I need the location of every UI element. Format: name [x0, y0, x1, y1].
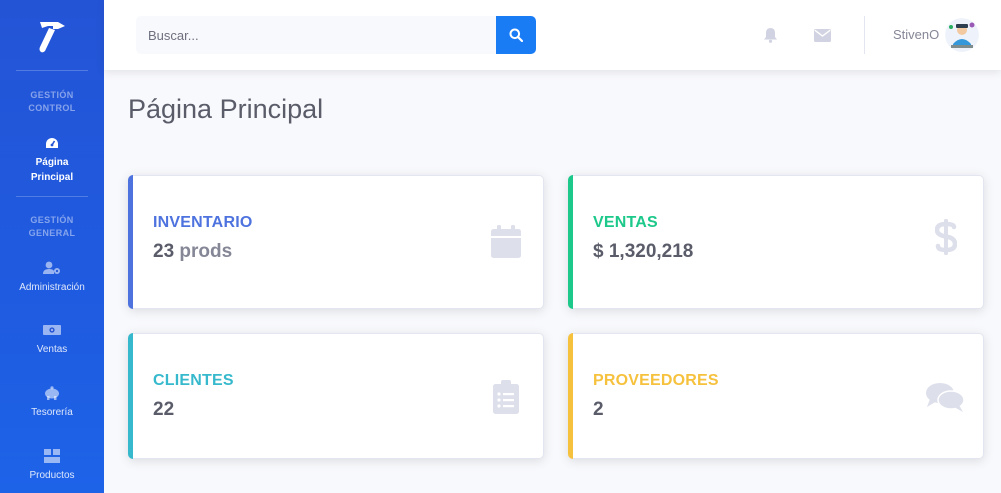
comments-icon — [925, 379, 965, 415]
card-inventario[interactable]: INVENTARIO 23 prods — [128, 175, 544, 309]
topbar: StivenO — [104, 0, 1001, 70]
topbar-divider — [864, 16, 865, 54]
boxes-icon — [43, 449, 61, 463]
page-title: Página Principal — [128, 94, 324, 124]
card-title: CLIENTES — [153, 372, 234, 389]
card-value-unit: prods — [179, 241, 233, 262]
money-bill-icon — [43, 323, 61, 337]
sidebar-heading-control: GESTIÓN CONTROL — [28, 90, 76, 113]
card-accent — [568, 175, 573, 309]
sidebar-item-label: Ventas — [36, 344, 68, 355]
messages-button[interactable] — [813, 26, 831, 44]
sidebar-item-pagina-principal[interactable]: Página Principal — [0, 136, 104, 185]
card-title: PROVEEDORES — [593, 372, 719, 389]
hammer-icon — [39, 22, 65, 53]
search-icon — [509, 28, 523, 42]
sidebar-divider — [16, 70, 88, 71]
card-title: VENTAS — [593, 214, 658, 231]
sidebar-item-label: Página Principal — [30, 157, 74, 183]
card-value-number: 23 — [153, 241, 175, 262]
piggy-bank-icon — [43, 386, 61, 400]
card-accent — [568, 333, 573, 459]
sidebar-item-label: Tesorería — [31, 407, 73, 418]
clipboard-list-icon — [489, 379, 523, 415]
sidebar-item-label: Administración — [19, 282, 85, 293]
card-ventas[interactable]: VENTAS $ 1,320,218 — [568, 175, 984, 309]
sidebar: GESTIÓN CONTROL Página Principal GESTIÓN… — [0, 0, 104, 493]
sidebar-item-tesoreria[interactable]: Tesorería — [0, 386, 104, 420]
sidebar-heading-general: GESTIÓN GENERAL — [28, 215, 76, 238]
search-bar — [136, 16, 536, 54]
calendar-icon — [489, 223, 523, 259]
sidebar-item-label: Productos — [29, 470, 75, 481]
card-value-number: $ 1,320,218 — [593, 241, 694, 262]
brand-logo[interactable] — [0, 0, 104, 70]
card-value-number: 22 — [153, 399, 175, 420]
card-value: $ 1,320,218 — [593, 241, 693, 263]
search-button[interactable] — [496, 16, 536, 54]
bell-icon — [763, 28, 777, 43]
card-value: 2 — [593, 399, 604, 421]
envelope-icon — [813, 28, 831, 42]
sidebar-divider — [16, 196, 88, 197]
card-value: 23 prods — [153, 241, 232, 263]
card-value-number: 2 — [593, 399, 604, 420]
tachometer-icon — [43, 136, 61, 150]
alerts-button[interactable] — [761, 26, 779, 44]
card-title: INVENTARIO — [153, 214, 253, 231]
user-cog-icon — [43, 261, 61, 275]
sidebar-item-administracion[interactable]: Administración — [0, 261, 104, 295]
avatar[interactable] — [945, 18, 979, 52]
sidebar-item-ventas[interactable]: Ventas — [0, 323, 104, 357]
search-input[interactable] — [136, 16, 496, 54]
card-accent — [128, 175, 133, 309]
card-accent — [128, 333, 133, 459]
card-value: 22 — [153, 399, 174, 421]
card-proveedores[interactable]: PROVEEDORES 2 — [568, 333, 984, 459]
card-clientes[interactable]: CLIENTES 22 — [128, 333, 544, 459]
dollar-icon — [929, 219, 963, 255]
user-name[interactable]: StivenO — [893, 27, 939, 42]
sidebar-item-productos[interactable]: Productos — [0, 449, 104, 483]
